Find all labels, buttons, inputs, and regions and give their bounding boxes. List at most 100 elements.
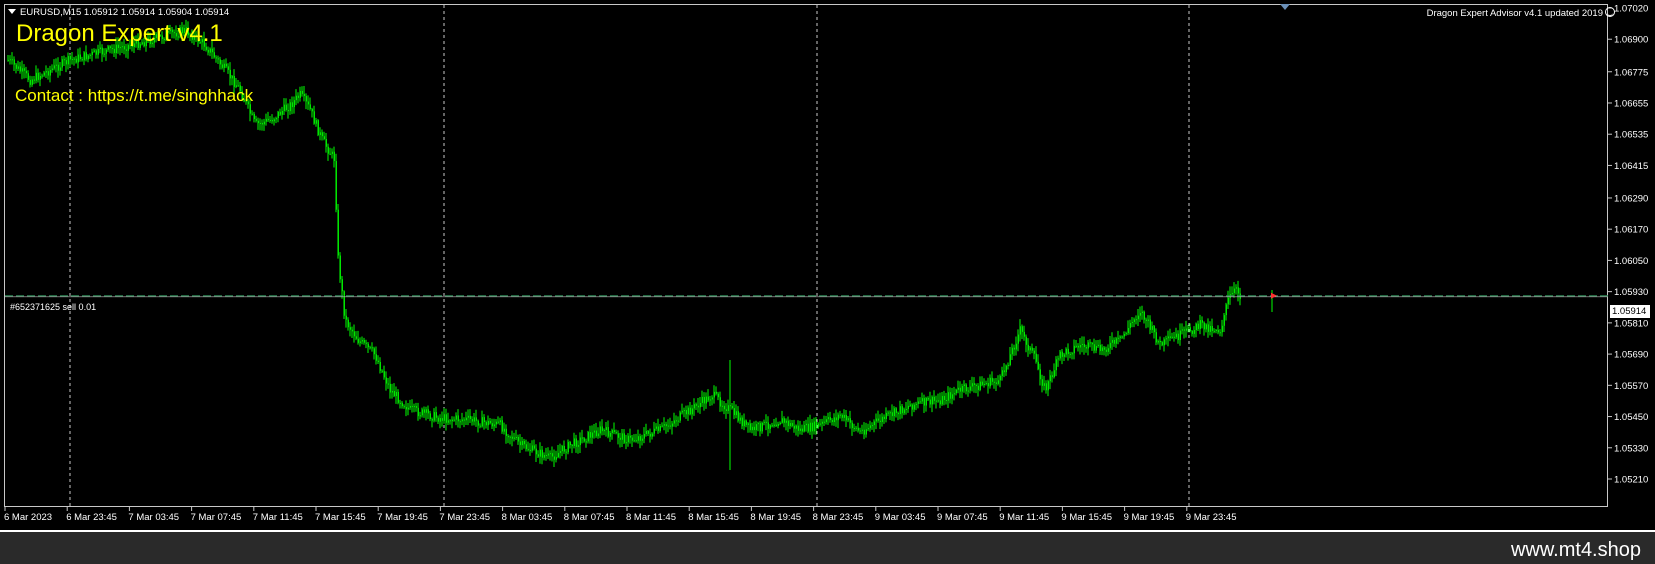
candle-body	[439, 418, 441, 422]
candle-body	[1067, 348, 1069, 354]
candle-body	[227, 66, 229, 70]
candle-body	[857, 427, 859, 431]
candle-body	[597, 433, 599, 437]
candle-body	[767, 422, 769, 429]
candle-body	[851, 422, 853, 429]
candle-body	[811, 422, 813, 432]
candle-body	[973, 383, 975, 385]
candle-body	[261, 122, 263, 125]
candle-body	[1093, 344, 1095, 351]
candle-body	[757, 423, 759, 425]
candle-body	[251, 113, 253, 115]
candle-body	[621, 433, 623, 440]
candle-body	[843, 414, 845, 418]
candle-body	[785, 420, 787, 423]
candle-body	[1005, 365, 1007, 373]
candle-body	[1155, 332, 1157, 343]
candle-body	[85, 52, 87, 60]
smiley-icon[interactable]	[1605, 7, 1615, 17]
chart-shift-marker-icon[interactable]	[1280, 4, 1290, 10]
candle-body	[1045, 383, 1047, 391]
candle-body	[1103, 347, 1105, 350]
candle-body	[301, 90, 303, 94]
candle-body	[1061, 351, 1063, 357]
candle-body	[503, 428, 505, 432]
candle-body	[83, 52, 85, 61]
price-chart[interactable]: 1.07020 1.06900 1.06775 1.06655 1.06535 1.064…	[0, 0, 1655, 530]
candle-body	[755, 424, 757, 431]
price-axis-label: 1.05930	[1614, 287, 1648, 298]
candle-body	[743, 420, 745, 427]
candle-body	[407, 407, 409, 410]
candle-body	[833, 417, 835, 423]
candle-body	[17, 66, 19, 69]
candle-body	[993, 381, 995, 383]
candle-body	[1015, 343, 1017, 350]
candle-body	[1183, 329, 1185, 331]
candle-body	[841, 414, 843, 418]
candle-body	[669, 425, 671, 427]
symbol-info[interactable]: EURUSD,M15 1.05912 1.05914 1.05904 1.059…	[8, 7, 229, 18]
candle-body	[907, 405, 909, 409]
candle-body	[1017, 334, 1019, 344]
candle-body	[219, 59, 221, 65]
candle-body	[397, 391, 399, 403]
price-axis-label: 1.05810	[1614, 318, 1648, 329]
candle-body	[557, 452, 559, 458]
candle-body	[43, 72, 45, 76]
candle-body	[315, 120, 317, 124]
candle-body	[423, 409, 425, 413]
candle-body	[343, 291, 345, 316]
candle-body	[809, 422, 811, 432]
candle-body	[525, 444, 527, 450]
candle-body	[663, 424, 665, 426]
footer-divider	[0, 530, 1655, 532]
candle-body	[951, 394, 953, 399]
candle-body	[1157, 341, 1159, 343]
candle-body	[561, 445, 563, 452]
candle-body	[1089, 342, 1091, 344]
candle-body	[9, 59, 11, 61]
candle-body	[63, 59, 65, 61]
candle-body	[305, 96, 307, 102]
chart-window[interactable]: 1.07020 1.06900 1.06775 1.06655 1.06535 1.064…	[0, 0, 1655, 530]
candle-body	[427, 409, 429, 414]
order-label[interactable]: #652371625 sell 0.01	[10, 302, 96, 312]
dropdown-triangle-icon[interactable]	[8, 9, 16, 14]
candle-body	[657, 426, 659, 431]
candle-body	[815, 421, 817, 428]
candle-body	[267, 118, 269, 121]
candle-body	[781, 418, 783, 423]
candle-body	[805, 423, 807, 426]
candle-body	[335, 161, 337, 210]
price-axis-label: 1.05330	[1614, 443, 1648, 454]
candle-body	[979, 381, 981, 390]
price-axis-label: 1.06900	[1614, 35, 1648, 46]
candle-body	[507, 435, 509, 438]
candle-body	[371, 347, 373, 349]
candle-body	[693, 404, 695, 409]
candle-body	[575, 438, 577, 447]
candle-body	[341, 279, 343, 292]
candle-body	[799, 428, 801, 431]
candle-body	[1213, 330, 1215, 332]
candle-body	[793, 425, 795, 429]
candle-body	[1029, 347, 1031, 351]
candle-body	[1023, 331, 1025, 337]
candle-body	[695, 404, 697, 406]
candle-body	[925, 397, 927, 406]
candle-body	[1137, 315, 1139, 320]
candle-body	[625, 442, 627, 444]
candle-body	[887, 412, 889, 414]
candle-body	[991, 377, 993, 382]
candle-body	[379, 362, 381, 371]
candle-body	[751, 426, 753, 431]
candle-body	[1111, 339, 1113, 343]
candle-body	[1221, 325, 1223, 333]
candle-body	[33, 79, 35, 81]
candle-body	[509, 436, 511, 438]
candle-body	[985, 383, 987, 385]
candle-body	[1001, 370, 1003, 376]
candle-body	[765, 421, 767, 423]
candle-body	[13, 59, 15, 65]
